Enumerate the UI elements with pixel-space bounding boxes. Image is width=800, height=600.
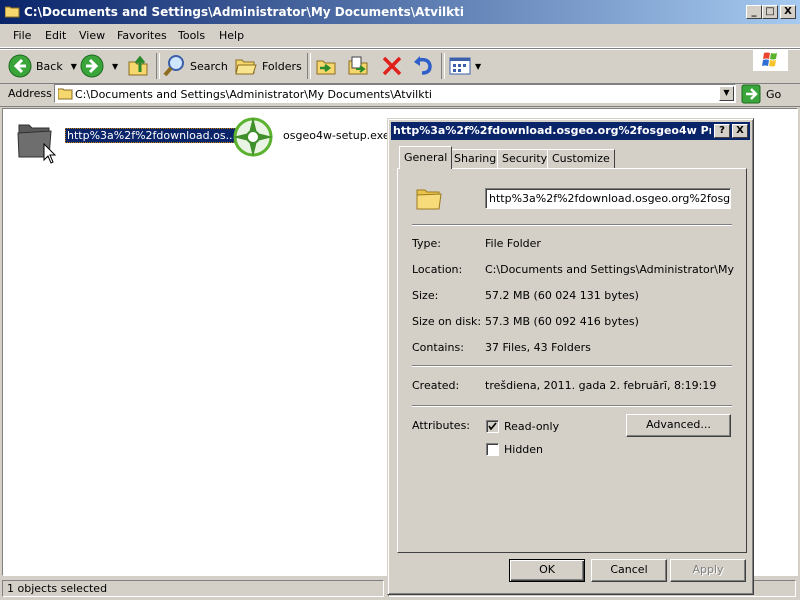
mouse-cursor-icon (43, 143, 57, 164)
contains-label: Contains: (412, 341, 464, 354)
go-label: Go (766, 87, 782, 101)
divider (412, 365, 732, 367)
type-value: File Folder (485, 237, 541, 250)
tab-customize[interactable]: Customize (547, 149, 615, 168)
file-name: osgeo4w-setup.exe (283, 129, 390, 142)
osgeo-installer-icon (233, 117, 273, 157)
back-button[interactable]: Back ▼ (8, 53, 77, 79)
address-value: C:\Documents and Settings\Administrator\… (75, 88, 432, 101)
forward-button[interactable]: ▼ (80, 53, 118, 79)
window-title: C:\Documents and Settings\Administrator\… (24, 5, 465, 19)
delete-icon (382, 56, 402, 76)
minimize-button[interactable]: _ (746, 5, 762, 19)
menu-tools[interactable]: Tools (178, 29, 205, 42)
delete-button[interactable] (380, 53, 404, 79)
ok-button[interactable]: OK (509, 559, 585, 582)
menu-edit[interactable]: Edit (45, 29, 66, 42)
views-icon (449, 57, 471, 75)
tab-security[interactable]: Security (497, 149, 553, 168)
location-value: C:\Documents and Settings\Administrator\… (485, 263, 735, 276)
folder-icon (58, 88, 73, 100)
move-to-button[interactable] (314, 53, 338, 79)
close-button[interactable]: X (780, 5, 796, 19)
help-button[interactable]: ? (714, 124, 730, 138)
address-bar: Address C:\Documents and Settings\Admini… (0, 82, 800, 107)
toolbar-separator (156, 53, 160, 79)
copy-to-button[interactable] (346, 53, 370, 79)
size-value: 57.2 MB (60 024 131 bytes) (485, 289, 639, 302)
folder-icon (416, 189, 442, 210)
size-on-disk-label: Size on disk: (412, 315, 482, 328)
move-to-icon (316, 60, 336, 75)
back-dropdown-icon[interactable]: ▼ (71, 62, 77, 71)
menu-favorites[interactable]: Favorites (117, 29, 167, 42)
contains-value: 37 Files, 43 Folders (485, 341, 591, 354)
dialog-title: http%3a%2f%2fdownload.osgeo.org%2fosgeo4… (393, 124, 711, 137)
apply-button[interactable]: Apply (670, 559, 746, 582)
copy-to-icon (348, 56, 368, 75)
dialog-close-button[interactable]: X (732, 124, 748, 138)
up-folder-icon (128, 55, 148, 76)
type-label: Type: (412, 237, 441, 250)
attributes-label: Attributes: (412, 419, 471, 432)
forward-dropdown-icon[interactable]: ▼ (112, 62, 118, 71)
size-on-disk-value: 57.3 MB (60 092 416 bytes) (485, 315, 639, 328)
location-label: Location: (412, 263, 463, 276)
advanced-button[interactable]: Advanced... (626, 414, 731, 437)
menu-help[interactable]: Help (219, 29, 244, 42)
menu-file[interactable]: File (13, 29, 31, 42)
search-label: Search (190, 59, 228, 73)
folders-icon (235, 59, 257, 75)
folders-button[interactable]: Folders (234, 53, 302, 79)
properties-dialog: http%3a%2f%2fdownload.osgeo.org%2fosgeo4… (387, 118, 754, 595)
back-label: Back (36, 59, 63, 73)
tab-general[interactable]: General (399, 146, 453, 169)
folder-icon (5, 6, 20, 18)
divider (412, 405, 732, 407)
cancel-button[interactable]: Cancel (591, 559, 667, 582)
up-folder-button[interactable] (127, 53, 151, 79)
back-arrow-icon (8, 54, 32, 78)
menu-bar: File Edit View Favorites Tools Help (0, 25, 800, 71)
views-dropdown-icon[interactable]: ▼ (475, 62, 481, 71)
size-label: Size: (412, 289, 439, 302)
created-value: trešdiena, 2011. gada 2. februārī, 8:19:… (485, 379, 717, 392)
undo-button[interactable] (411, 53, 435, 79)
go-button[interactable]: Go (741, 84, 781, 104)
undo-icon (414, 56, 432, 75)
readonly-checkbox[interactable] (486, 420, 499, 433)
hidden-checkbox[interactable] (486, 443, 499, 456)
title-bar[interactable]: C:\Documents and Settings\Administrator\… (0, 0, 800, 24)
toolbar-separator (441, 53, 445, 79)
divider (412, 224, 732, 226)
created-label: Created: (412, 379, 460, 392)
forward-arrow-icon (80, 54, 104, 78)
status-text: 1 objects selected (2, 580, 384, 597)
go-arrow-icon (741, 84, 761, 104)
search-icon (163, 55, 184, 77)
hidden-label: Hidden (504, 443, 544, 456)
toolbar-separator (307, 53, 311, 79)
folder-name-field[interactable]: http%3a%2f%2fdownload.osgeo.org%2fosgeo4… (485, 188, 731, 209)
toolbar: Back ▼ ▼ Search Folders ▼ (0, 48, 800, 84)
address-dropdown-button[interactable]: ▼ (719, 86, 734, 101)
views-button[interactable]: ▼ (448, 53, 481, 79)
search-button[interactable]: Search (162, 53, 228, 79)
folders-label: Folders (262, 59, 302, 73)
general-tab-panel: http%3a%2f%2fdownload.osgeo.org%2fosgeo4… (397, 168, 747, 553)
menu-view[interactable]: View (79, 29, 105, 42)
file-name-selected: http%3a%2f%2fdownload.os... (65, 128, 239, 143)
tab-sharing[interactable]: Sharing (449, 149, 502, 168)
readonly-label: Read-only (504, 420, 560, 433)
address-input[interactable]: C:\Documents and Settings\Administrator\… (54, 84, 736, 103)
dialog-title-bar[interactable]: http%3a%2f%2fdownload.osgeo.org%2fosgeo4… (391, 122, 750, 140)
address-label: Address (8, 87, 52, 100)
maximize-button[interactable]: □ (762, 5, 778, 19)
checkmark-icon (488, 422, 497, 431)
